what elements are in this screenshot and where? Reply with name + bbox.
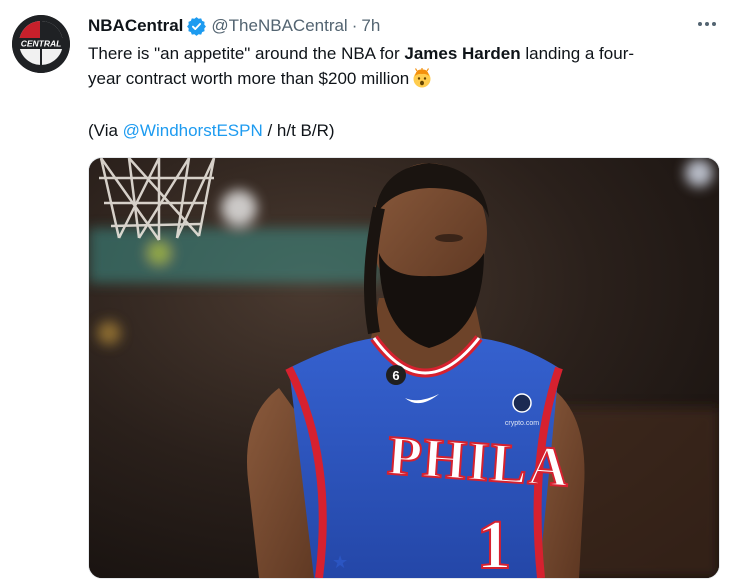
more-options-icon[interactable] (693, 12, 721, 36)
verified-badge-icon (187, 16, 207, 36)
jersey-patch-number: 6 (392, 368, 399, 383)
tweet-text: There is "an appetite" around the NBA fo… (88, 41, 713, 91)
display-name[interactable]: NBACentral (88, 16, 183, 36)
via-suffix: / h/t B/R) (262, 121, 335, 140)
tweet-text-part: landing a four- (520, 44, 635, 63)
user-handle[interactable]: @TheNBACentral (211, 16, 347, 36)
tweet-text-bold-name: James Harden (404, 44, 521, 63)
tweet-text-part: There is "an appetite" around the NBA fo… (88, 44, 405, 63)
via-prefix: (Via (88, 121, 123, 140)
tweet-text-line-1: There is "an appetite" around the NBA fo… (88, 41, 713, 66)
tweet-header: NBACentral @TheNBACentral · 7h (88, 14, 380, 38)
photo-illustration: 6 crypto.com PHILA 1 ★ (89, 158, 719, 578)
svg-text:★: ★ (332, 552, 348, 573)
tweet-text-line-2: year contract worth more than $200 milli… (88, 66, 713, 91)
tweet[interactable]: CENTRAL NBACentral @TheNBACentral · 7h T… (0, 0, 731, 580)
tweet-media-photo[interactable]: 6 crypto.com PHILA 1 ★ (88, 157, 720, 579)
timestamp[interactable]: 7h (361, 16, 380, 36)
tweet-text-part: year contract worth more than $200 milli… (88, 69, 410, 88)
header-separator: · (351, 16, 358, 35)
mention-link[interactable]: @WindhorstESPN (123, 121, 263, 140)
avatar[interactable]: CENTRAL (12, 15, 70, 73)
avatar-logo-text: CENTRAL (21, 39, 62, 49)
jersey-sponsor-text: crypto.com (505, 420, 539, 427)
jersey-text: PHILA (386, 425, 572, 500)
exploding-head-emoji (412, 67, 432, 88)
jersey-number: 1 (477, 507, 512, 578)
tweet-via-line: (Via @WindhorstESPN / h/t B/R) (88, 118, 335, 143)
